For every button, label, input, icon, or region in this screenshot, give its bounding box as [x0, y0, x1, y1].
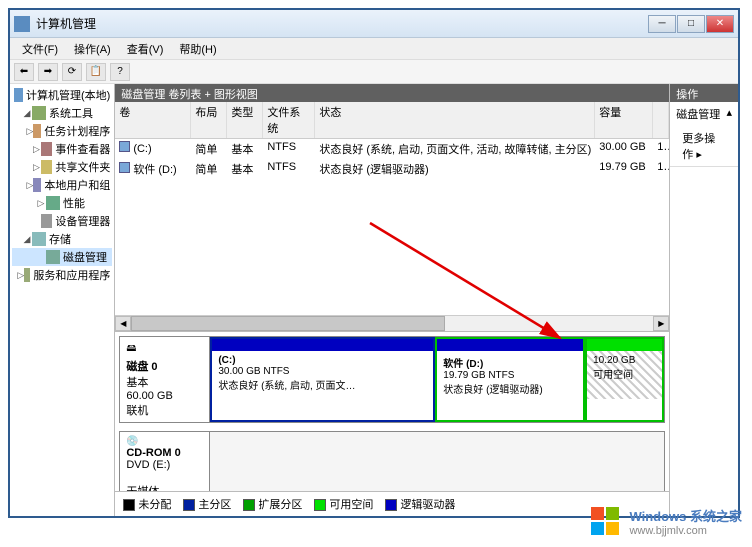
volume-icon — [119, 162, 130, 173]
partition-free[interactable]: 10.20 GB 可用空间 — [585, 337, 664, 422]
actions-header: 操作 — [670, 84, 738, 102]
watermark-title: Windows 系统之家 — [629, 506, 742, 525]
cdrom-label[interactable]: 💿 CD-ROM 0 DVD (E:) 无媒体 — [120, 432, 210, 491]
tree-device-manager[interactable]: 设备管理器 — [12, 212, 112, 230]
main-window: 计算机管理 ─ □ ✕ 文件(F) 操作(A) 查看(V) 帮助(H) ⬅ ➡ … — [8, 8, 740, 518]
tree-root[interactable]: 计算机管理(本地) — [12, 86, 112, 104]
maximize-button[interactable]: □ — [677, 15, 705, 33]
windows-logo-icon — [591, 507, 623, 537]
window-controls: ─ □ ✕ — [648, 15, 734, 33]
expand-icon[interactable]: ▷ — [26, 126, 33, 137]
close-button[interactable]: ✕ — [706, 15, 734, 33]
scroll-left-button[interactable]: ◀ — [115, 316, 131, 331]
toolbar: ⬅ ➡ ⟳ 📋 ? — [10, 60, 738, 84]
volume-list: 卷 布局 类型 文件系统 状态 容量 (C:) 简单 基本 NTFS 状态良好 … — [115, 102, 669, 332]
cdrom-graphic — [210, 432, 664, 491]
disk-0-row: 🖴 磁盘 0 基本 60.00 GB 联机 (C:) 30.00 GB NTFS — [119, 336, 665, 423]
disk-icon — [46, 250, 60, 264]
disk-graphic-area: 🖴 磁盘 0 基本 60.00 GB 联机 (C:) 30.00 GB NTFS — [115, 332, 669, 491]
expand-icon[interactable]: ▷ — [17, 270, 24, 281]
legend: 未分配 主分区 扩展分区 可用空间 逻辑驱动器 — [115, 491, 669, 516]
chevron-right-icon: ▸ — [696, 149, 702, 161]
partition-c[interactable]: (C:) 30.00 GB NTFS 状态良好 (系统, 启动, 页面文… — [210, 337, 435, 422]
tree-task-scheduler[interactable]: ▷任务计划程序 — [12, 122, 112, 140]
tree-local-users[interactable]: ▷本地用户和组 — [12, 176, 112, 194]
tools-icon — [32, 106, 46, 120]
col-volume[interactable]: 卷 — [115, 102, 191, 138]
legend-free: 可用空间 — [314, 496, 373, 512]
titlebar: 计算机管理 ─ □ ✕ — [10, 10, 738, 38]
properties-button[interactable]: 📋 — [86, 63, 106, 81]
watermark: Windows 系统之家 www.bjjmlv.com — [591, 506, 742, 537]
actions-title[interactable]: 磁盘管理▴ — [670, 102, 738, 126]
event-icon — [41, 142, 53, 156]
col-filesystem[interactable]: 文件系统 — [263, 102, 315, 138]
tree-disk-management[interactable]: 磁盘管理 — [12, 248, 112, 266]
refresh-button[interactable]: ⟳ — [62, 63, 82, 81]
menu-view[interactable]: 查看(V) — [119, 39, 172, 59]
legend-logical: 逻辑驱动器 — [385, 496, 455, 512]
users-icon — [33, 178, 41, 192]
expand-icon[interactable]: ▷ — [32, 144, 40, 155]
menu-file[interactable]: 文件(F) — [14, 39, 66, 59]
cdrom-row: 💿 CD-ROM 0 DVD (E:) 无媒体 — [119, 431, 665, 491]
computer-icon — [14, 88, 23, 102]
volume-row[interactable]: 软件 (D:) 简单 基本 NTFS 状态良好 (逻辑驱动器) 19.79 GB… — [115, 159, 669, 179]
tree-services[interactable]: ▷服务和应用程序 — [12, 266, 112, 284]
tree-storage[interactable]: ◢存储 — [12, 230, 112, 248]
tree-shared-folders[interactable]: ▷共享文件夹 — [12, 158, 112, 176]
scroll-track[interactable] — [131, 316, 653, 331]
legend-extended: 扩展分区 — [243, 496, 302, 512]
collapse-icon[interactable]: ◢ — [22, 234, 32, 245]
partition-d[interactable]: 软件 (D:) 19.79 GB NTFS 状态良好 (逻辑驱动器) — [435, 337, 585, 422]
horizontal-scrollbar[interactable]: ◀ ▶ — [115, 315, 669, 331]
volume-list-header: 卷 布局 类型 文件系统 状态 容量 — [115, 102, 669, 139]
services-icon — [24, 268, 30, 282]
legend-unallocated: 未分配 — [123, 496, 171, 512]
expand-icon[interactable]: ▷ — [32, 162, 40, 173]
clock-icon — [33, 124, 41, 138]
tree-event-viewer[interactable]: ▷事件查看器 — [12, 140, 112, 158]
app-icon — [14, 16, 30, 32]
volume-row[interactable]: (C:) 简单 基本 NTFS 状态良好 (系统, 启动, 页面文件, 活动, … — [115, 139, 669, 159]
menu-action[interactable]: 操作(A) — [66, 39, 119, 59]
collapse-icon[interactable]: ◢ — [22, 108, 32, 119]
watermark-url: www.bjjmlv.com — [629, 525, 742, 537]
disk-0-graphic: (C:) 30.00 GB NTFS 状态良好 (系统, 启动, 页面文… 软件… — [210, 337, 664, 422]
col-type[interactable]: 类型 — [227, 102, 263, 138]
minimize-button[interactable]: ─ — [648, 15, 676, 33]
menu-help[interactable]: 帮助(H) — [171, 39, 224, 59]
volume-icon — [119, 141, 130, 152]
chevron-up-icon: ▴ — [726, 106, 732, 122]
actions-panel: 操作 磁盘管理▴ 更多操作 ▸ — [670, 84, 738, 516]
scroll-right-button[interactable]: ▶ — [653, 316, 669, 331]
disk-0-label[interactable]: 🖴 磁盘 0 基本 60.00 GB 联机 — [120, 337, 210, 422]
navigation-tree: 计算机管理(本地) ◢系统工具 ▷任务计划程序 ▷事件查看器 ▷共享文件夹 ▷本… — [10, 84, 115, 516]
device-icon — [41, 214, 53, 228]
scroll-thumb[interactable] — [131, 316, 444, 331]
col-layout[interactable]: 布局 — [191, 102, 227, 138]
more-actions[interactable]: 更多操作 ▸ — [670, 126, 738, 166]
expand-icon[interactable]: ▷ — [26, 180, 33, 191]
forward-button[interactable]: ➡ — [38, 63, 58, 81]
perf-icon — [46, 196, 60, 210]
main-layout: 计算机管理(本地) ◢系统工具 ▷任务计划程序 ▷事件查看器 ▷共享文件夹 ▷本… — [10, 84, 738, 516]
window-title: 计算机管理 — [36, 15, 648, 32]
storage-icon — [32, 232, 46, 246]
back-button[interactable]: ⬅ — [14, 63, 34, 81]
center-panel: 磁盘管理 卷列表 + 图形视图 卷 布局 类型 文件系统 状态 容量 (C:) … — [115, 84, 670, 516]
legend-primary: 主分区 — [183, 496, 231, 512]
center-header: 磁盘管理 卷列表 + 图形视图 — [115, 84, 669, 102]
folder-icon — [41, 160, 53, 174]
help-button[interactable]: ? — [110, 63, 130, 81]
tree-performance[interactable]: ▷性能 — [12, 194, 112, 212]
col-free[interactable] — [653, 102, 669, 138]
col-status[interactable]: 状态 — [315, 102, 595, 138]
col-capacity[interactable]: 容量 — [595, 102, 653, 138]
expand-icon[interactable]: ▷ — [36, 198, 46, 209]
tree-system-tools[interactable]: ◢系统工具 — [12, 104, 112, 122]
menubar: 文件(F) 操作(A) 查看(V) 帮助(H) — [10, 38, 738, 60]
